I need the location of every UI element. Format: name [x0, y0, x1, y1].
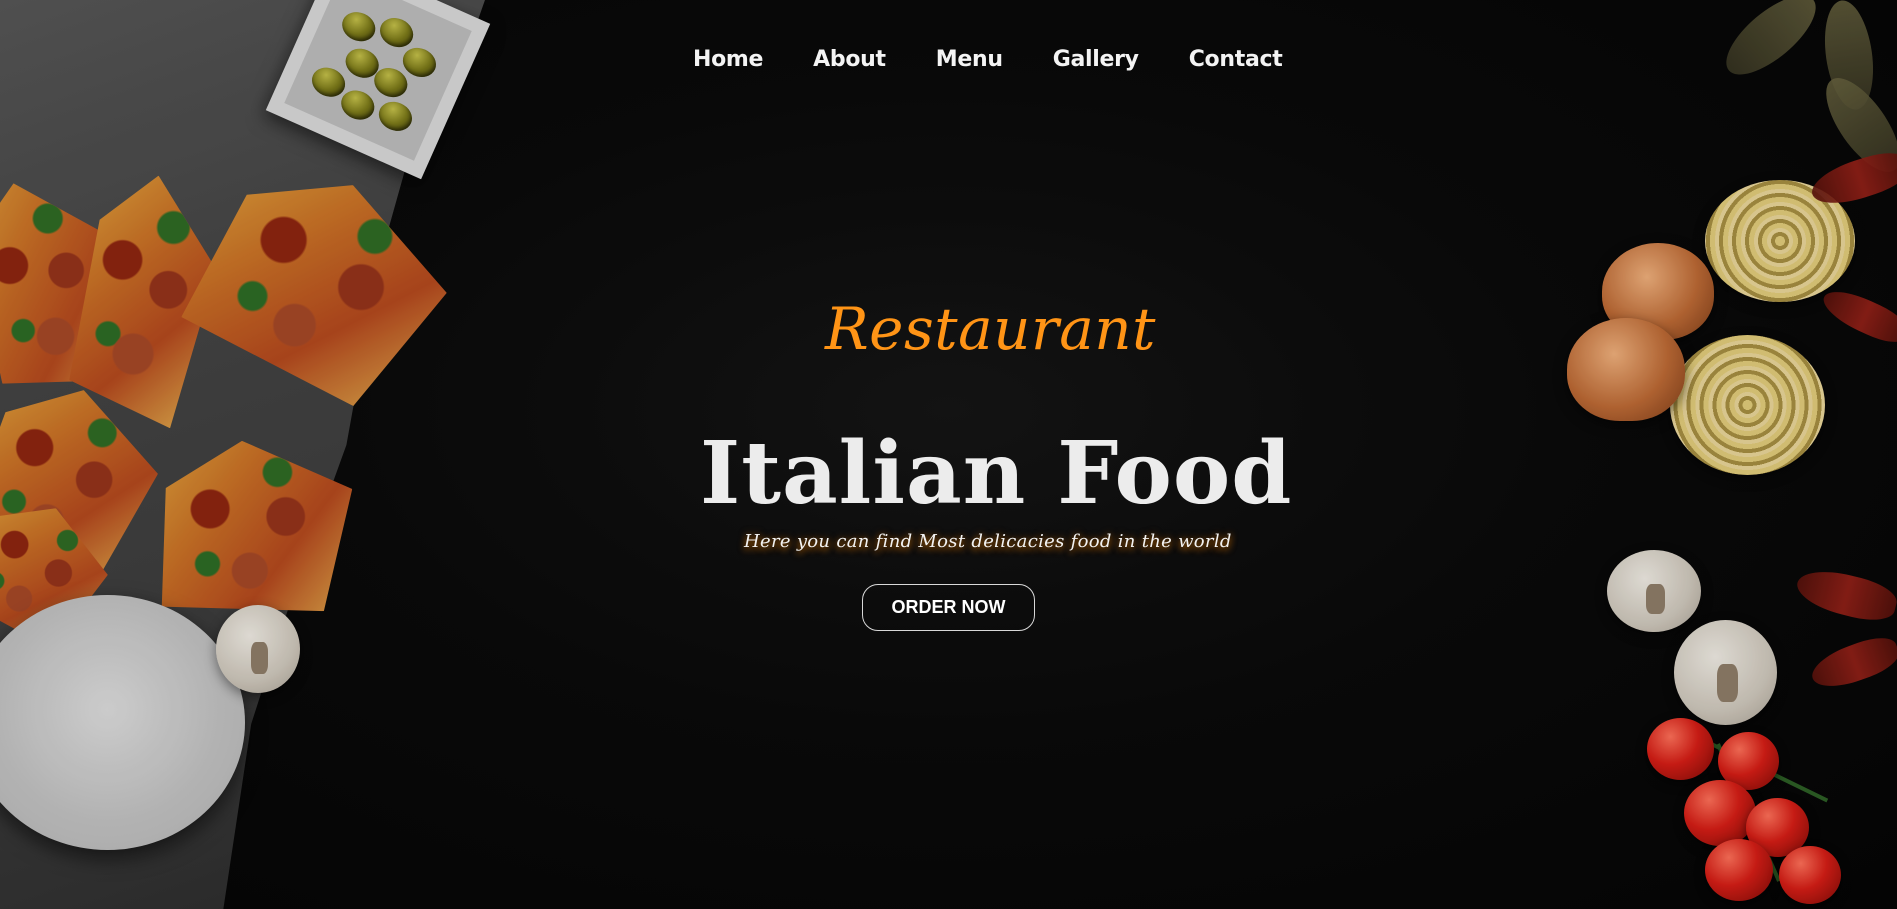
page-title: Italian Food — [700, 422, 1293, 524]
order-now-button[interactable]: ORDER NOW — [862, 584, 1035, 631]
chili-pepper — [1817, 282, 1897, 350]
hero-eyebrow: Restaurant — [825, 295, 1156, 363]
mushroom — [216, 605, 300, 693]
pasta-nest — [1670, 335, 1825, 475]
nav-link-home[interactable]: Home — [693, 47, 763, 72]
cherry-tomato — [1779, 846, 1841, 904]
nav-link-contact[interactable]: Contact — [1189, 47, 1283, 72]
hero-tagline: Here you can find Most delicacies food i… — [744, 531, 1232, 552]
mushroom — [1607, 550, 1701, 632]
olive — [375, 12, 418, 53]
cherry-tomato — [1705, 839, 1773, 901]
cherry-tomato — [1647, 718, 1714, 780]
cherry-tomato — [1684, 780, 1756, 846]
main-navigation: Home About Menu Gallery Contact — [693, 47, 1283, 72]
nav-link-menu[interactable]: Menu — [936, 47, 1003, 72]
chili-pepper — [1806, 630, 1897, 696]
nav-link-about[interactable]: About — [813, 47, 886, 72]
mushroom — [1674, 620, 1777, 725]
herb-leaf — [1714, 0, 1828, 88]
egg — [1567, 318, 1685, 421]
olive — [337, 6, 380, 47]
olive — [374, 96, 417, 137]
nav-link-gallery[interactable]: Gallery — [1053, 47, 1139, 72]
chili-pepper — [1792, 563, 1897, 627]
